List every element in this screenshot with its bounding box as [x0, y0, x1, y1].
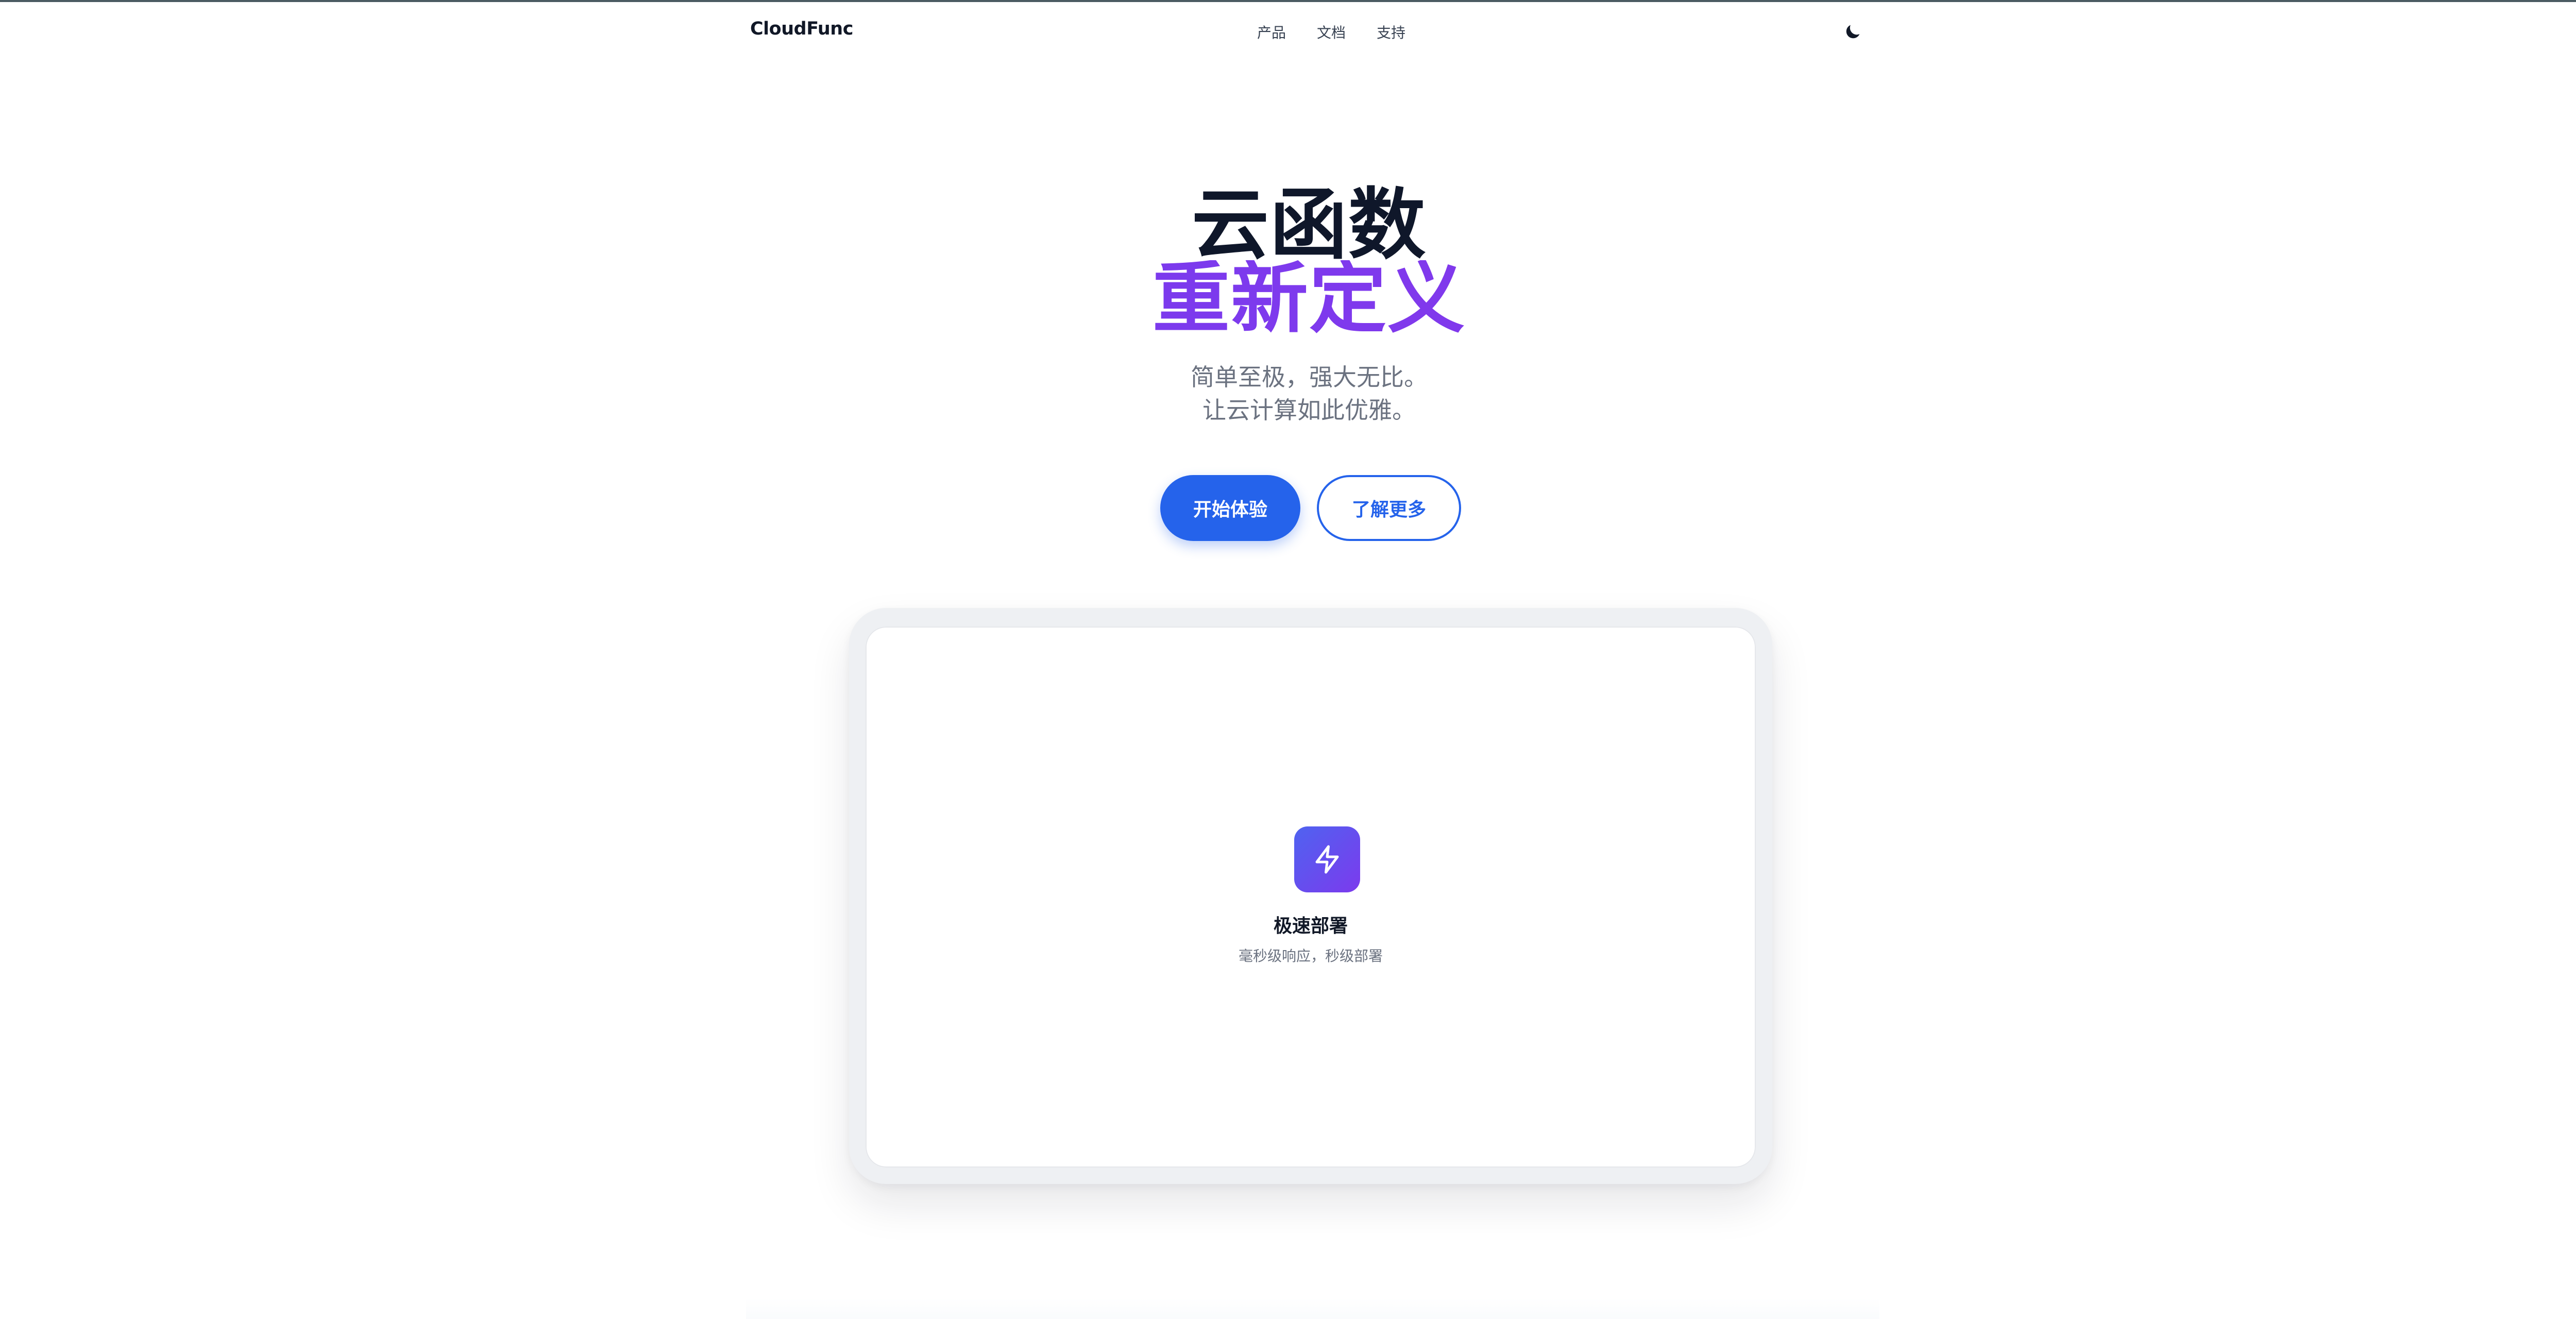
- feature-title: 极速部署: [1273, 916, 1348, 937]
- moon-icon[interactable]: [1842, 22, 1863, 42]
- learn-more-button[interactable]: 了解更多: [1317, 475, 1461, 541]
- nav-links: 产品 文档 支持: [1257, 22, 1405, 42]
- lightning-icon: [1294, 826, 1360, 892]
- top-navigation: CloudFunc 产品 文档 支持: [0, 2, 2576, 58]
- device-screen: 极速部署 毫秒级响应，秒级部署: [866, 627, 1756, 1168]
- device-mockup: 极速部署 毫秒级响应，秒级部署: [849, 608, 1772, 1184]
- nav-link-support[interactable]: 支持: [1377, 22, 1405, 42]
- nav-link-products[interactable]: 产品: [1257, 22, 1286, 42]
- hero-title-line2: 重新定义: [0, 260, 2576, 337]
- page: CloudFunc 产品 文档 支持 云函数 重新定义 简单至极，强大无比。 让…: [0, 0, 2576, 1319]
- hero-subtitle-line1: 简单至极，强大无比。: [1191, 363, 1428, 391]
- bottom-section-fade: [746, 1298, 1879, 1319]
- feature-description: 毫秒级响应，秒级部署: [1238, 948, 1383, 965]
- brand-logo[interactable]: CloudFunc: [750, 19, 853, 39]
- hero-subtitle-line2: 让云计算如此优雅。: [1202, 396, 1416, 424]
- hero-title-line1: 云函数: [1191, 180, 1427, 270]
- nav-link-docs[interactable]: 文档: [1317, 22, 1346, 42]
- start-experience-button[interactable]: 开始体验: [1160, 475, 1300, 541]
